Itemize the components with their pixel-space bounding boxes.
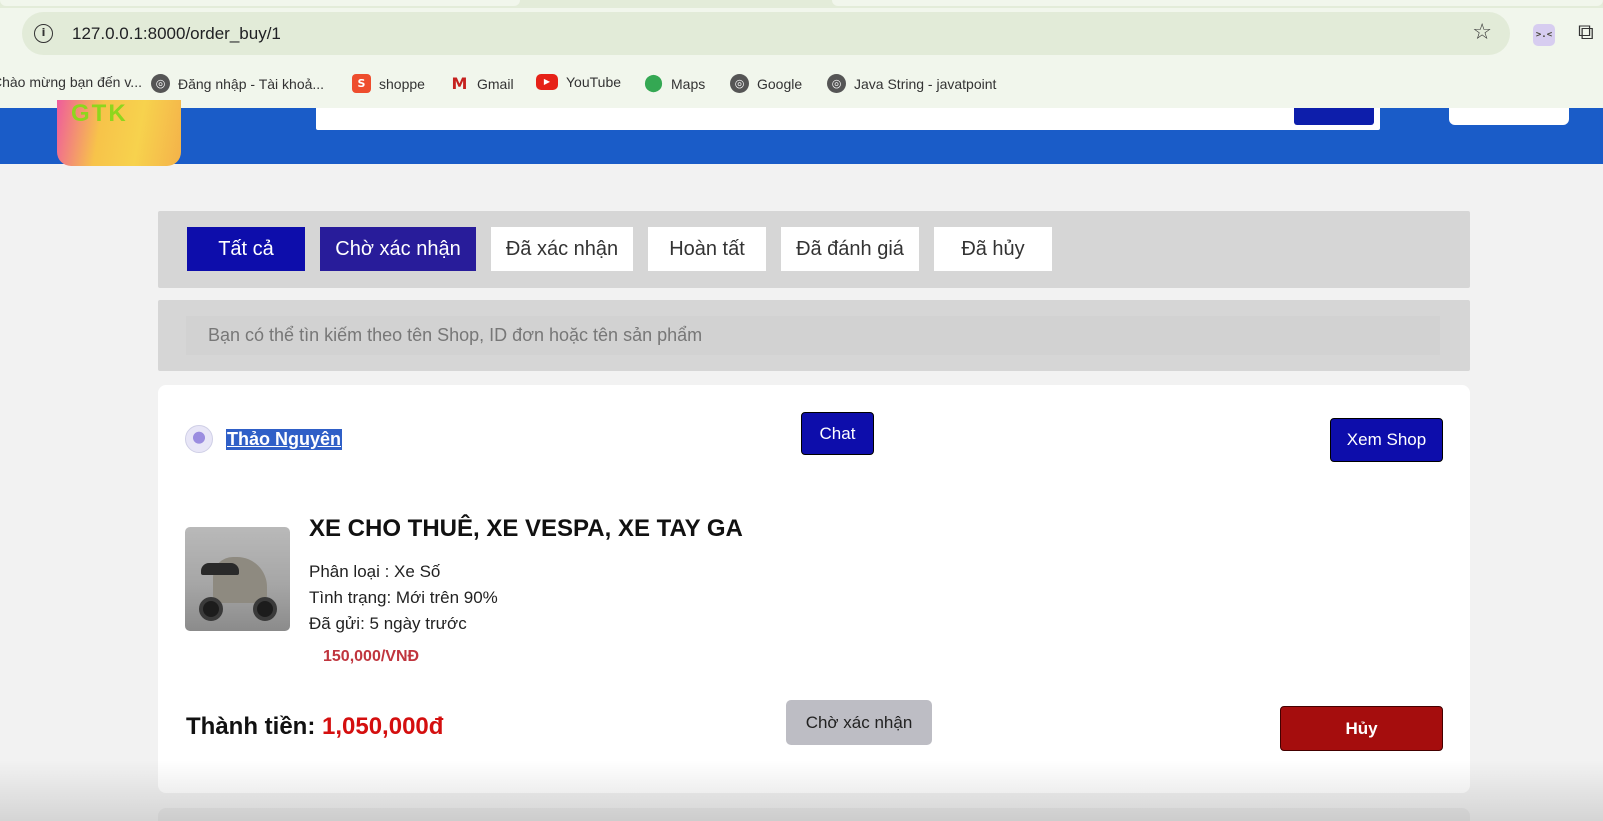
next-order-card xyxy=(158,808,1470,821)
header-search-bar[interactable] xyxy=(316,108,1380,130)
order-status-button[interactable]: Chờ xác nhận xyxy=(786,700,932,745)
chat-button[interactable]: Chat xyxy=(801,412,874,455)
view-shop-button[interactable]: Xem Shop xyxy=(1330,418,1443,462)
order-status-tabs: Tất cả Chờ xác nhận Đã xác nhận Hoàn tất… xyxy=(158,211,1470,288)
bookmark-item[interactable]: S shoppe xyxy=(352,74,425,93)
shop-avatar xyxy=(185,425,213,453)
tab-reviewed[interactable]: Đã đánh giá xyxy=(781,227,919,271)
site-logo[interactable]: GTK xyxy=(57,100,181,166)
bookmark-label: Maps xyxy=(671,75,706,92)
bookmark-star-icon[interactable]: ☆ xyxy=(1472,20,1492,45)
order-card: Thảo Nguyên Chat Xem Shop XE CHO THUÊ, X… xyxy=(158,385,1470,793)
shopee-icon: S xyxy=(352,74,371,93)
bookmark-label: shoppe xyxy=(379,75,425,92)
scooter-front-wheel xyxy=(253,597,277,621)
product-price: 150,000/VNĐ xyxy=(323,648,420,665)
bookmark-item[interactable]: ▶ YouTube xyxy=(536,74,621,90)
order-total: Thành tiền: 1,050,000đ xyxy=(186,713,443,741)
scooter-rear-wheel xyxy=(199,597,223,621)
tab-strip xyxy=(0,0,1603,8)
order-total-label: Thành tiền: xyxy=(186,713,316,740)
bookmark-label: Google xyxy=(757,75,803,92)
tab-pending[interactable]: Chờ xác nhận xyxy=(320,227,476,271)
order-search-panel xyxy=(158,300,1470,371)
globe-icon: ◎ xyxy=(827,74,846,93)
tab-all[interactable]: Tất cả xyxy=(187,227,305,271)
logo-text: GTK xyxy=(71,100,128,127)
extensions-puzzle-icon[interactable]: ⧉ xyxy=(1578,20,1594,45)
bookmark-item[interactable]: ⬤ Maps xyxy=(644,74,705,93)
order-search-input[interactable] xyxy=(186,316,1440,355)
bookmark-label: Gmail xyxy=(477,75,514,92)
tab-cancelled[interactable]: Đã hủy xyxy=(934,227,1052,271)
address-bar[interactable]: i 127.0.0.1:8000/order_buy/1 ☆ xyxy=(22,12,1510,55)
shop-name[interactable]: Thảo Nguyên xyxy=(226,429,343,450)
site-info-icon[interactable]: i xyxy=(34,24,53,43)
bookmark-label: Java String - javatpoint xyxy=(854,75,997,92)
address-url[interactable]: 127.0.0.1:8000/order_buy/1 xyxy=(72,24,281,44)
globe-icon: ◎ xyxy=(151,74,170,93)
browser-chrome: i 127.0.0.1:8000/order_buy/1 ☆ >.< ⧉ Chà… xyxy=(0,0,1603,108)
youtube-icon: ▶ xyxy=(536,74,558,90)
header-account-button[interactable] xyxy=(1449,108,1569,125)
bookmark-item[interactable]: ◎ Đăng nhập - Tài khoả... xyxy=(151,74,324,93)
scooter-seat xyxy=(201,563,239,575)
bookmark-item[interactable]: ◎ Google xyxy=(730,74,802,93)
bookmarks-bar: Chào mừng bạn đến v... ◎ Đăng nhập - Tài… xyxy=(0,70,1603,98)
bookmark-item[interactable]: Chào mừng bạn đến v... xyxy=(0,74,142,90)
bookmark-label: Đăng nhập - Tài khoả... xyxy=(178,75,325,92)
bookmark-label: YouTube xyxy=(566,74,622,90)
bookmark-label: Chào mừng bạn đến v... xyxy=(0,74,142,90)
bookmark-item[interactable]: M Gmail xyxy=(450,74,514,93)
product-condition: Tình trạng: Mới trên 90% xyxy=(309,588,498,607)
tab-completed[interactable]: Hoàn tất xyxy=(648,227,766,271)
product-title[interactable]: XE CHO THUÊ, XE VESPA, XE TAY GA xyxy=(309,515,743,543)
globe-icon: ◎ xyxy=(730,74,749,93)
maps-icon: ⬤ xyxy=(644,73,664,93)
cancel-order-button[interactable]: Hủy xyxy=(1280,706,1443,751)
extension-icon[interactable]: >.< xyxy=(1533,24,1555,46)
product-category: Phân loại : Xe Số xyxy=(309,562,441,581)
product-sent-time: Đã gửi: 5 ngày trước xyxy=(309,614,467,633)
header-search-button[interactable] xyxy=(1294,108,1374,125)
product-image[interactable] xyxy=(185,527,290,631)
bookmark-item[interactable]: ◎ Java String - javatpoint xyxy=(827,74,996,93)
order-total-value: 1,050,000đ xyxy=(322,713,444,740)
gmail-icon: M xyxy=(451,74,468,93)
tab-confirmed[interactable]: Đã xác nhận xyxy=(491,227,633,271)
